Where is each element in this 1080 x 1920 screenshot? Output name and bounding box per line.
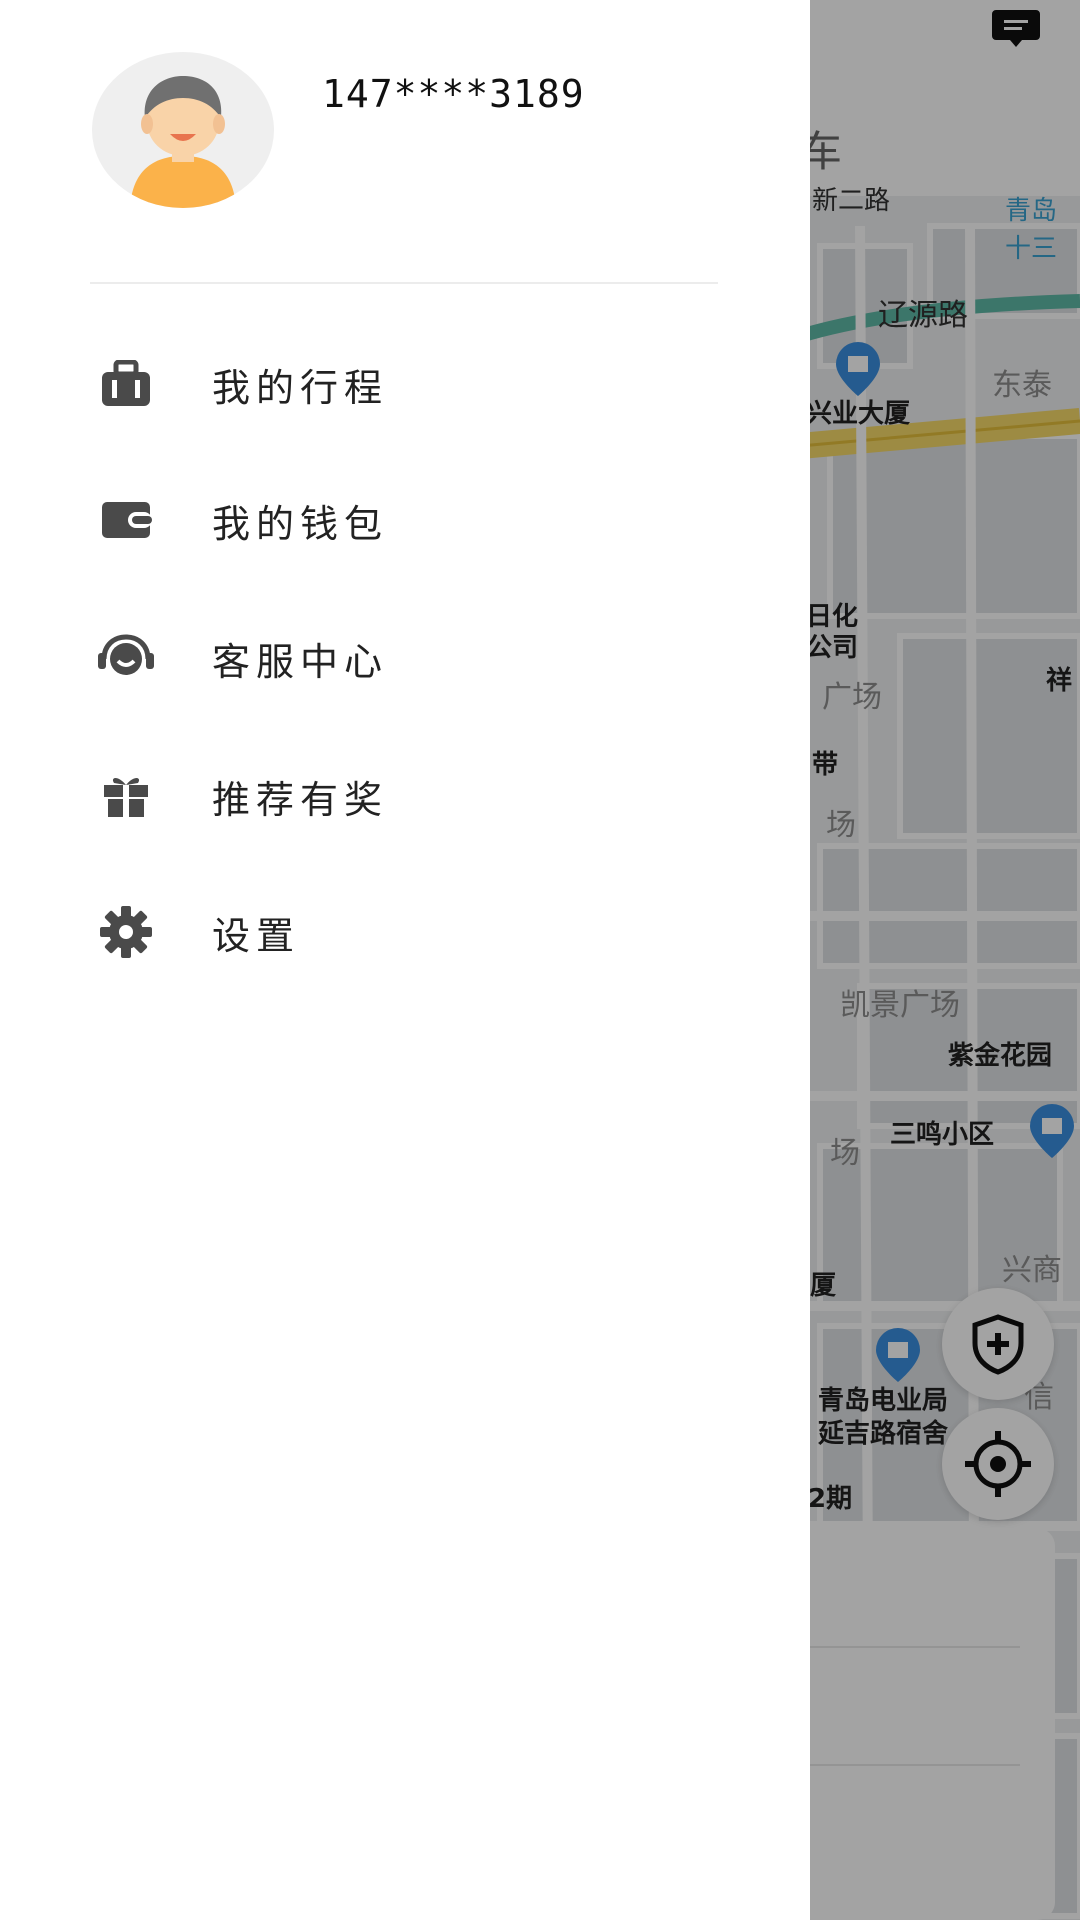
gear-icon [90, 896, 162, 968]
side-drawer: 147****3189 我的行程 我的钱包 客服中心 推荐有奖 设置 [0, 0, 810, 1920]
menu-item-settings[interactable]: 设置 [90, 882, 730, 982]
menu-item-label: 我的钱包 [212, 501, 389, 546]
user-phone[interactable]: 147****3189 [322, 72, 585, 116]
suitcase-icon [90, 348, 162, 420]
menu-item-label: 推荐有奖 [212, 777, 389, 822]
wallet-icon [90, 484, 162, 556]
menu-item-my-wallet[interactable]: 我的钱包 [90, 470, 730, 570]
headset-icon [90, 622, 162, 694]
menu-item-label: 我的行程 [212, 365, 389, 410]
gift-icon [90, 760, 162, 832]
user-avatar-icon [130, 76, 236, 208]
menu-item-label: 客服中心 [212, 639, 389, 684]
menu-item-referral-reward[interactable]: 推荐有奖 [90, 746, 730, 846]
menu-item-my-trips[interactable]: 我的行程 [90, 334, 730, 434]
menu-item-label: 设置 [212, 913, 301, 958]
avatar[interactable] [92, 52, 274, 208]
divider [90, 282, 718, 284]
menu-item-customer-service[interactable]: 客服中心 [90, 608, 730, 708]
